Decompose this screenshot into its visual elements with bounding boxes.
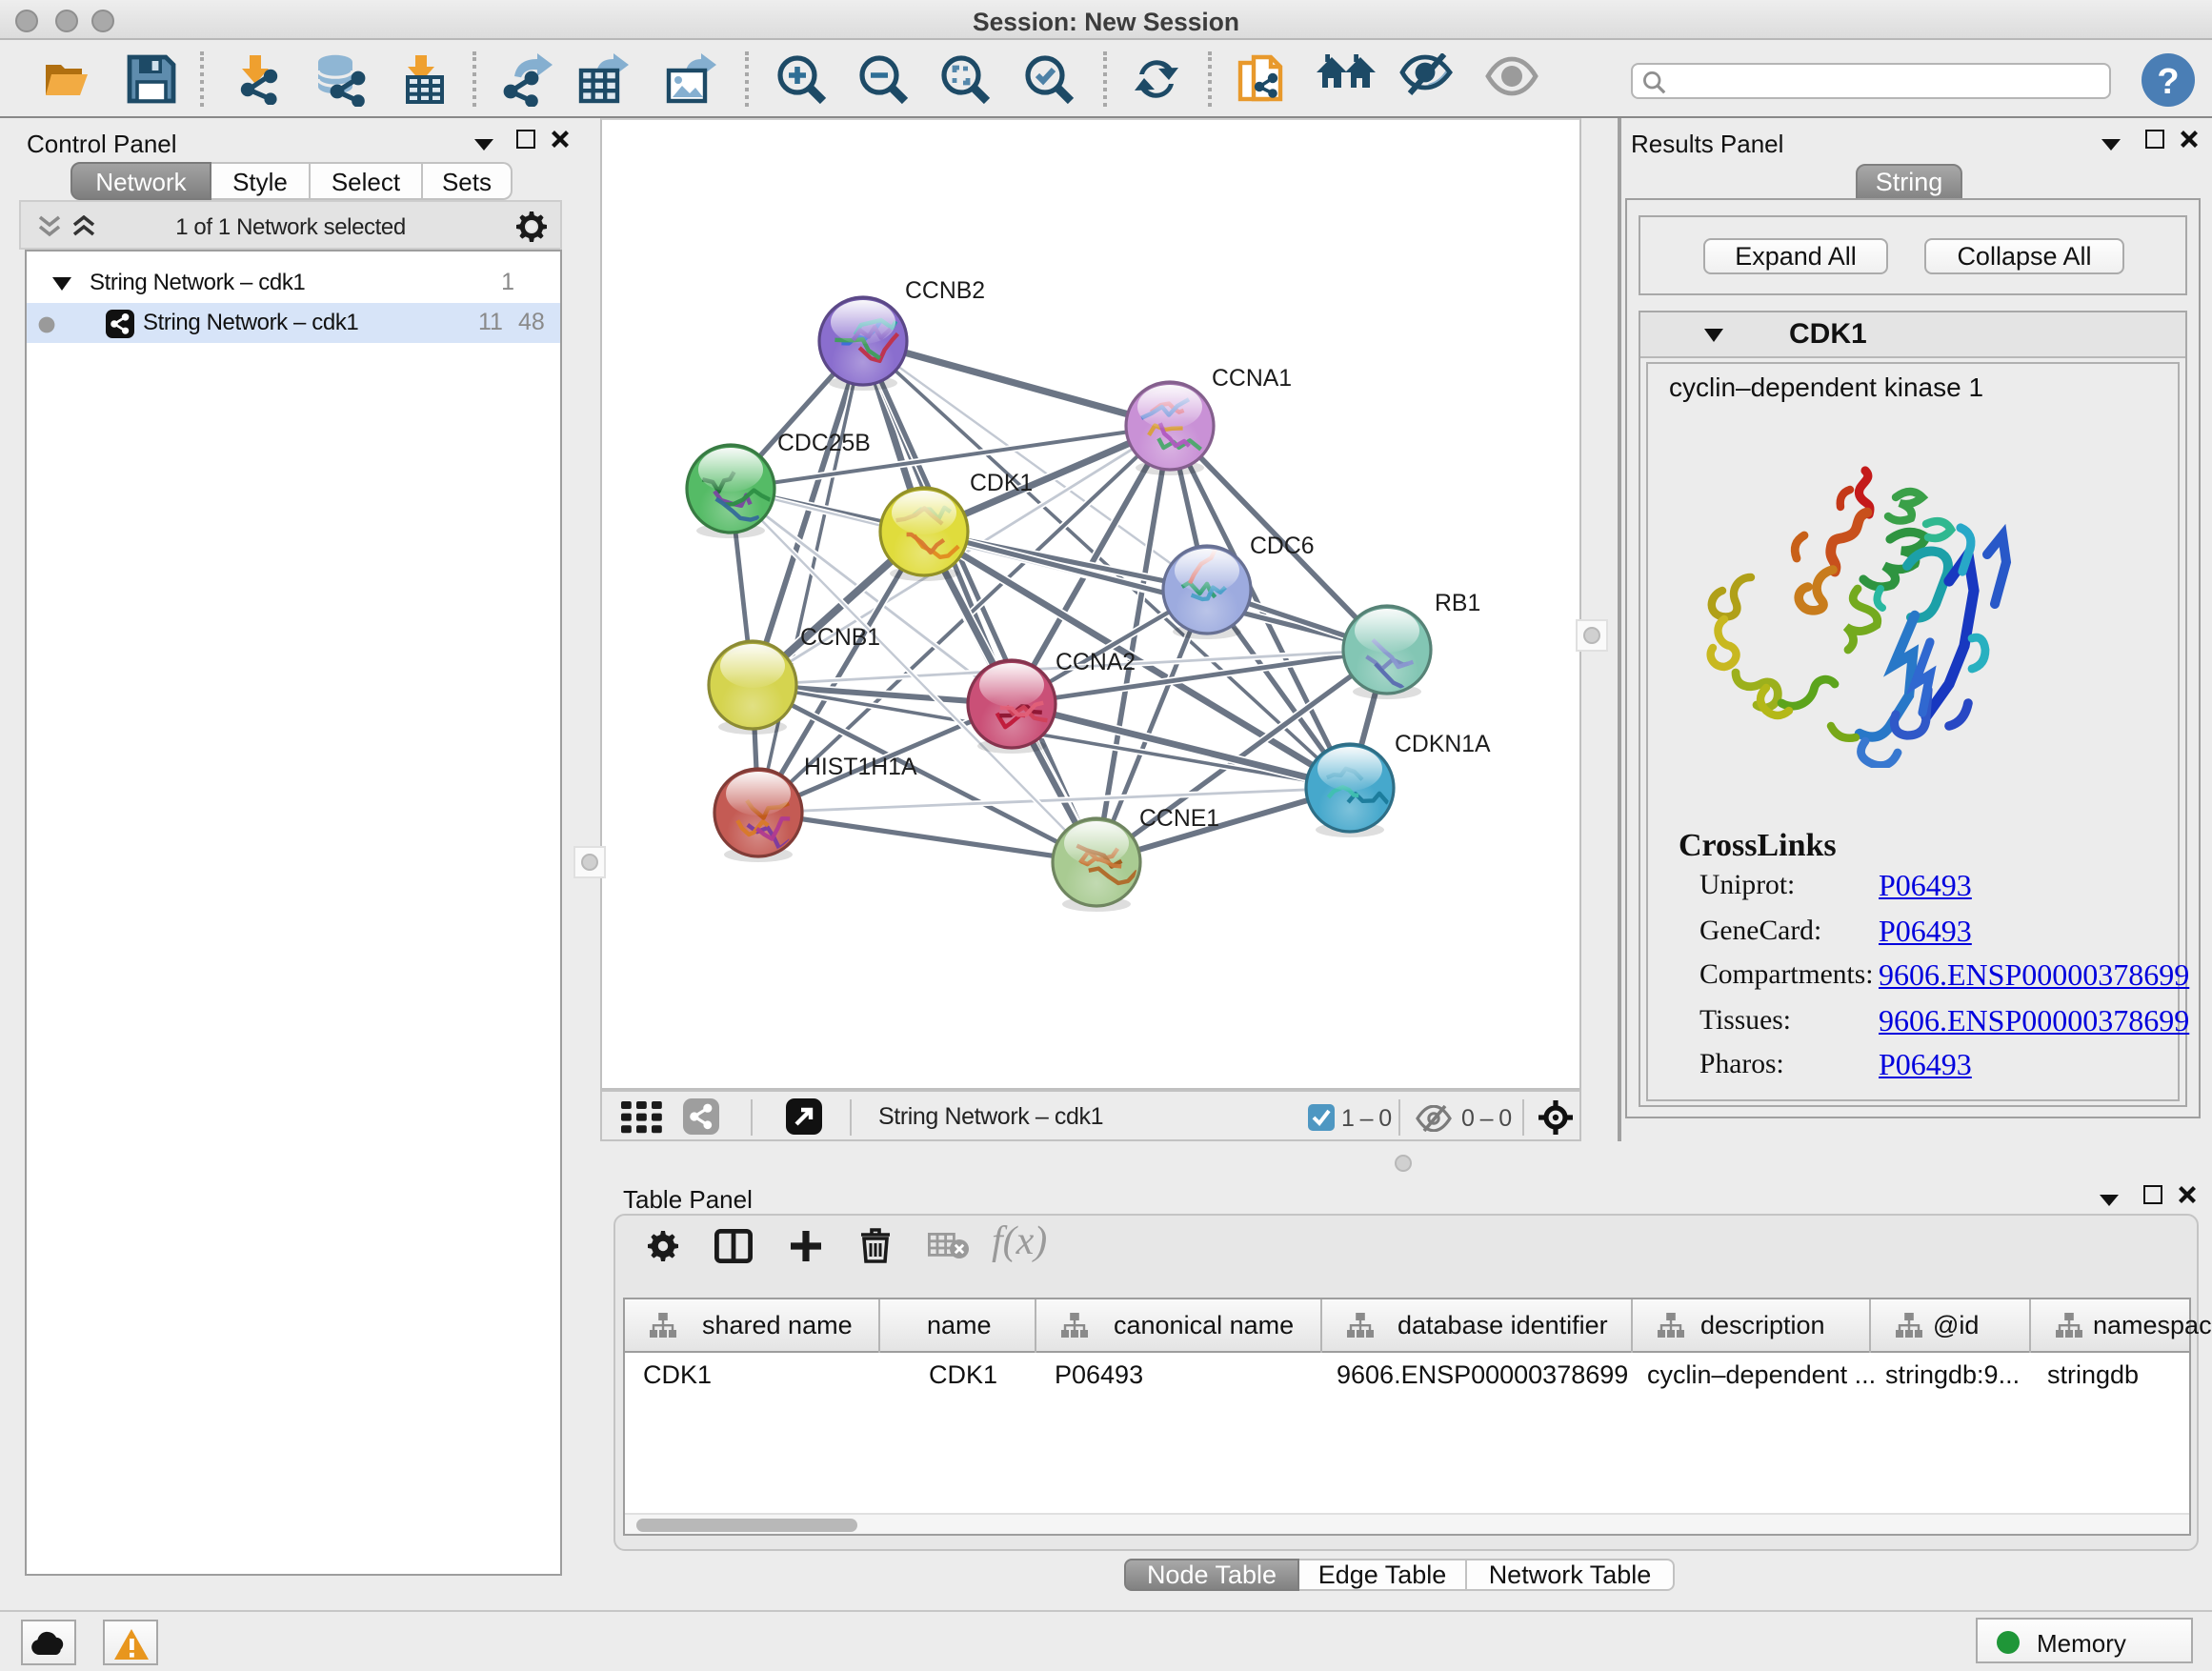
svg-text:RB1: RB1 (1435, 591, 1480, 616)
svg-text:HIST1H1A: HIST1H1A (804, 755, 917, 780)
svg-text:CDC6: CDC6 (1250, 534, 1315, 559)
svg-text:CDC25B: CDC25B (777, 431, 871, 456)
svg-text:CDK1: CDK1 (970, 471, 1033, 496)
svg-text:CCNA1: CCNA1 (1212, 366, 1292, 392)
svg-text:CCNE1: CCNE1 (1139, 806, 1219, 832)
svg-text:?: ? (2157, 62, 2179, 102)
svg-text:CCNA2: CCNA2 (1056, 650, 1136, 675)
svg-text:CDKN1A: CDKN1A (1395, 732, 1491, 757)
svg-text:CCNB1: CCNB1 (800, 625, 880, 651)
svg-text:CCNB2: CCNB2 (905, 278, 985, 304)
